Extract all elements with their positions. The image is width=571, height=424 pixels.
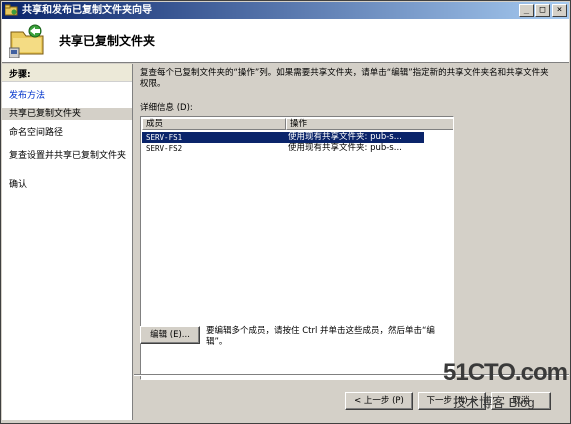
back-button[interactable]: < 上一步 (P) — [345, 392, 413, 410]
table-row[interactable]: SERV-FS1 使用现有共享文件夹: pub-s... — [142, 132, 424, 143]
table-row[interactable]: SERV-FS2 使用现有共享文件夹: pub-s... — [142, 143, 424, 154]
title-bar[interactable]: 共享和发布已复制文件夹向导 _ □ × — [2, 2, 569, 19]
details-label: 详细信息 (D): — [140, 103, 193, 113]
edit-hint-text: 要编辑多个成员，请按住 Ctrl 并单击这些成员，然后单击“编辑”。 — [206, 326, 435, 347]
sidebar-item-review-settings[interactable]: 复查设置并共享已复制文件夹 — [2, 150, 126, 162]
member-cell: SERV-FS2 — [146, 144, 183, 153]
member-cell: SERV-FS1 — [146, 133, 183, 142]
sidebar-item-publish-method[interactable]: 发布方法 — [2, 90, 132, 102]
close-button[interactable]: × — [552, 4, 567, 17]
action-cell: 使用现有共享文件夹: pub-s... — [288, 132, 402, 142]
column-header-action[interactable]: 操作 — [286, 118, 453, 130]
steps-sidebar: 步骤: 发布方法 共享已复制文件夹 命名空间路径 复查设置并共享已复制文件夹 确… — [2, 64, 133, 420]
sidebar-item-share-folder[interactable]: 共享已复制文件夹 — [2, 108, 132, 120]
description-text: 复查每个已复制文件夹的“操作”列。如果需要共享文件夹，请单击“编辑”指定新的共享… — [140, 68, 549, 89]
steps-header: 步骤: — [2, 64, 132, 82]
content-pane: 复查每个已复制文件夹的“操作”列。如果需要共享文件夹，请单击“编辑”指定新的共享… — [134, 64, 569, 420]
sidebar-item-confirm[interactable]: 确认 — [2, 179, 132, 191]
column-header-member[interactable]: 成员 — [142, 118, 286, 130]
action-cell: 使用现有共享文件夹: pub-s... — [288, 143, 402, 153]
footer-divider — [134, 374, 569, 376]
wizard-header: 共享已复制文件夹 — [2, 19, 569, 63]
shared-folder-icon — [9, 24, 44, 58]
folder-share-icon — [5, 4, 18, 16]
maximize-button[interactable]: □ — [535, 4, 550, 17]
cancel-button[interactable]: 取消 — [491, 392, 551, 410]
next-button[interactable]: 下一步 (N) > — [418, 392, 486, 410]
sidebar-item-namespace-path[interactable]: 命名空间路径 — [2, 127, 132, 139]
window-title: 共享和发布已复制文件夹向导 — [22, 5, 152, 16]
wizard-window: 共享和发布已复制文件夹向导 _ □ × 共享已复制文件夹 步骤: 发布方法 共享… — [0, 0, 571, 424]
edit-button[interactable]: 编辑 (E)... — [140, 326, 200, 344]
page-title: 共享已复制文件夹 — [59, 34, 156, 48]
minimize-button[interactable]: _ — [519, 4, 534, 17]
